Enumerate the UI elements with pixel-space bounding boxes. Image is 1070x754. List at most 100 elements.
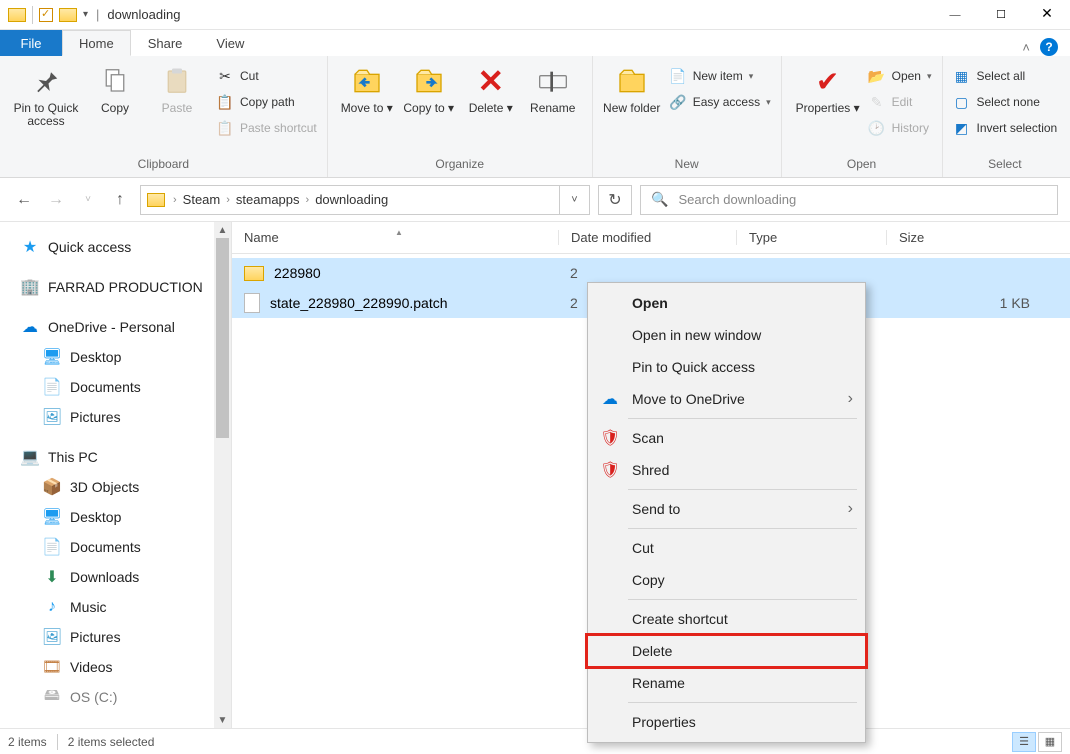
column-size[interactable]: Size [886, 230, 1070, 245]
breadcrumb-item[interactable]: Steam [181, 192, 223, 207]
context-move-to-onedrive[interactable]: ☁Move to OneDrive› [588, 383, 865, 415]
minimize-button[interactable]: — [932, 0, 978, 30]
drive-icon: 🖴 [42, 684, 62, 711]
forward-button[interactable]: → [44, 188, 68, 212]
sidebar-item-os-c[interactable]: 🖴OS (C:) [0, 682, 231, 712]
context-send-to[interactable]: Send to› [588, 493, 865, 525]
copy-path-button[interactable]: 📋Copy path [214, 90, 319, 114]
address-folder-icon [147, 193, 165, 207]
new-item-button[interactable]: 📄New item ▾ [667, 64, 773, 88]
context-scan[interactable]: 🛡Scan [588, 422, 865, 454]
context-shred[interactable]: 🛡Shred [588, 454, 865, 486]
sidebar-item-desktop[interactable]: 🖥Desktop [0, 342, 231, 372]
view-details-button[interactable]: ☰ [1012, 732, 1036, 752]
recent-locations-button[interactable]: ˅ [76, 188, 100, 212]
close-button[interactable]: ✕ [1024, 0, 1070, 30]
invert-selection-button[interactable]: ◩Invert selection [951, 116, 1060, 140]
column-type[interactable]: Type [736, 230, 886, 245]
copy-button[interactable]: Copy [84, 60, 146, 115]
refresh-button[interactable]: ↻ [598, 185, 632, 215]
context-open-new-window[interactable]: Open in new window [588, 319, 865, 351]
context-delete[interactable]: Delete [588, 635, 865, 667]
sidebar-item-pictures-2[interactable]: 🖼Pictures [0, 622, 231, 652]
scroll-up-icon[interactable]: ▲ [214, 222, 231, 238]
scroll-down-icon[interactable]: ▼ [214, 712, 231, 728]
cut-button[interactable]: ✂Cut [214, 64, 319, 88]
properties-button[interactable]: ✔ Properties ▾ [790, 60, 866, 115]
address-history-dropdown[interactable]: ˅ [559, 186, 589, 214]
select-none-button[interactable]: ▢Select none [951, 90, 1060, 114]
context-open[interactable]: Open [588, 287, 865, 319]
sidebar-item-videos[interactable]: 🎞Videos [0, 652, 231, 682]
building-icon: 🏢 [20, 277, 40, 297]
search-placeholder: Search downloading [678, 192, 796, 207]
properties-icon: ✔ [811, 64, 845, 98]
edit-button[interactable]: ✎Edit [866, 90, 934, 114]
address-bar[interactable]: › Steam › steamapps › downloading ˅ [140, 185, 590, 215]
sidebar-scrollbar[interactable]: ▲ ▼ [214, 222, 231, 728]
sidebar-item-documents[interactable]: 📄Documents [0, 372, 231, 402]
context-menu: Open Open in new window Pin to Quick acc… [587, 282, 866, 743]
back-button[interactable]: ← [12, 188, 36, 212]
tab-share[interactable]: Share [131, 30, 200, 56]
group-label-open: Open [790, 157, 934, 177]
sidebar-item-onedrive[interactable]: ☁OneDrive - Personal [0, 312, 231, 342]
select-all-button[interactable]: ▦Select all [951, 64, 1060, 88]
breadcrumb-sep-icon[interactable]: › [226, 194, 230, 206]
new-folder-button[interactable]: New folder [601, 60, 663, 115]
rename-icon [536, 64, 570, 98]
group-label-select: Select [951, 157, 1060, 177]
sidebar-item-desktop-2[interactable]: 🖥Desktop [0, 502, 231, 532]
sidebar-item-documents-2[interactable]: 📄Documents [0, 532, 231, 562]
delete-button[interactable]: ✕ Delete ▾ [460, 60, 522, 115]
sidebar-item-pictures[interactable]: 🖼Pictures [0, 402, 231, 432]
up-button[interactable]: ↑ [108, 188, 132, 212]
breadcrumb-sep-icon[interactable]: › [306, 194, 310, 206]
sidebar-item-this-pc[interactable]: 💻This PC [0, 442, 231, 472]
collapse-ribbon-icon[interactable]: ˄ [1022, 40, 1030, 55]
tab-view[interactable]: View [199, 30, 261, 56]
tab-file[interactable]: File [0, 30, 62, 56]
sidebar-item-downloads[interactable]: ⬇Downloads [0, 562, 231, 592]
sidebar-item-farrad[interactable]: 🏢FARRAD PRODUCTION [0, 272, 231, 302]
rename-button[interactable]: Rename [522, 60, 584, 115]
pictures-icon: 🖼 [42, 407, 62, 427]
maximize-button[interactable]: ☐ [978, 0, 1024, 30]
status-item-count: 2 items [8, 735, 47, 749]
qat-dropdown-icon[interactable]: ▾ [83, 9, 88, 20]
tab-home[interactable]: Home [62, 30, 131, 56]
sidebar-item-music[interactable]: ♪Music [0, 592, 231, 622]
qat-new-folder-icon[interactable] [59, 8, 77, 22]
search-input[interactable]: 🔍 Search downloading [640, 185, 1058, 215]
open-button[interactable]: 📂Open ▾ [866, 64, 934, 88]
context-cut[interactable]: Cut [588, 532, 865, 564]
sidebar-item-3d-objects[interactable]: 📦3D Objects [0, 472, 231, 502]
paste-button[interactable]: Paste [146, 60, 208, 115]
move-to-icon [350, 64, 384, 98]
paste-shortcut-button[interactable]: 📋Paste shortcut [214, 116, 319, 140]
context-copy[interactable]: Copy [588, 564, 865, 596]
breadcrumb-item[interactable]: steamapps [234, 192, 302, 207]
move-to-button[interactable]: Move to ▾ [336, 60, 398, 115]
help-icon[interactable]: ? [1040, 38, 1058, 56]
view-large-icons-button[interactable]: ▦ [1038, 732, 1062, 752]
pin-to-quick-access-button[interactable]: Pin to Quick access [8, 60, 84, 128]
copy-to-button[interactable]: Copy to ▾ [398, 60, 460, 115]
breadcrumb-sep-icon[interactable]: › [173, 194, 177, 206]
sidebar-item-quick-access[interactable]: ★Quick access [0, 232, 231, 262]
context-create-shortcut[interactable]: Create shortcut [588, 603, 865, 635]
context-pin-quick-access[interactable]: Pin to Quick access [588, 351, 865, 383]
column-name[interactable]: Name▲ [232, 230, 558, 245]
scroll-thumb[interactable] [216, 238, 229, 438]
edit-icon: ✎ [868, 94, 886, 111]
history-button[interactable]: 🕑History [866, 116, 934, 140]
submenu-arrow-icon: › [848, 500, 853, 518]
cut-icon: ✂ [216, 68, 234, 85]
column-date[interactable]: Date modified [558, 230, 736, 245]
breadcrumb-item[interactable]: downloading [313, 192, 390, 207]
easy-access-button[interactable]: 🔗Easy access ▾ [667, 90, 773, 114]
context-properties[interactable]: Properties [588, 706, 865, 738]
qat-properties-icon[interactable] [39, 8, 53, 22]
shield-icon: 🛡 [600, 460, 620, 480]
context-rename[interactable]: Rename [588, 667, 865, 699]
